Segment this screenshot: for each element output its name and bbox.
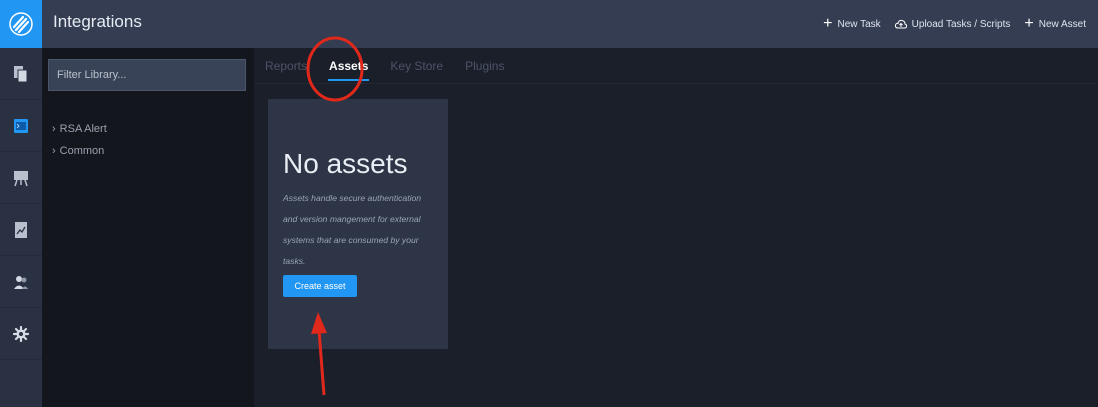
filter-library-input[interactable] — [48, 59, 246, 91]
logo-icon — [9, 12, 33, 36]
header-actions: + New Task Upload Tasks / Scripts + New … — [823, 0, 1086, 48]
library-item-label: RSA Alert — [59, 123, 107, 135]
library-sidebar: › RSA Alert › Common — [42, 48, 254, 407]
rail-item-documents[interactable] — [0, 48, 42, 100]
upload-tasks-label: Upload Tasks / Scripts — [911, 18, 1011, 30]
rail-item-reports[interactable] — [0, 204, 42, 256]
new-asset-label: New Asset — [1038, 18, 1086, 30]
library-tree: › RSA Alert › Common — [52, 118, 107, 162]
new-asset-button[interactable]: + New Asset — [1024, 16, 1086, 32]
rail-item-settings[interactable] — [0, 308, 42, 360]
report-icon — [15, 221, 27, 238]
rail-item-users[interactable] — [0, 256, 42, 308]
terminal-icon — [14, 118, 28, 133]
app-root: Integrations + New Task Upload Tasks / S… — [0, 0, 1098, 407]
easel-icon — [14, 170, 28, 186]
new-task-label: New Task — [837, 18, 881, 30]
icon-rail — [0, 0, 42, 407]
empty-state-description: Assets handle secure authentication and … — [283, 193, 422, 266]
library-item-common[interactable]: › Common — [52, 140, 107, 162]
cloud-upload-icon — [894, 19, 907, 29]
create-asset-button[interactable]: Create asset — [283, 275, 357, 297]
tab-plugins[interactable]: Plugins — [465, 48, 504, 84]
upload-tasks-button[interactable]: Upload Tasks / Scripts — [894, 18, 1011, 30]
library-item-label: Common — [59, 145, 105, 157]
library-item-rsa-alert[interactable]: › RSA Alert — [52, 118, 107, 140]
new-task-button[interactable]: + New Task — [823, 16, 881, 32]
top-bar: Integrations + New Task Upload Tasks / S… — [42, 0, 1098, 48]
chevron-right-icon: › — [52, 123, 56, 135]
gear-icon — [13, 325, 29, 342]
plus-icon: + — [1024, 15, 1034, 32]
empty-state-title: No assets — [283, 148, 408, 179]
logo[interactable] — [0, 0, 42, 48]
rail-item-board[interactable] — [0, 152, 42, 204]
chevron-right-icon: › — [52, 145, 56, 157]
empty-state-card: No assets Assets handle secure authentic… — [268, 99, 448, 349]
tab-key-store[interactable]: Key Store — [390, 48, 443, 84]
tab-reports[interactable]: Reports — [265, 48, 307, 84]
documents-icon — [14, 65, 28, 82]
rail-item-integrations[interactable] — [0, 100, 42, 152]
page-title: Integrations — [53, 12, 142, 31]
tab-assets[interactable]: Assets — [328, 48, 370, 84]
plus-icon: + — [823, 15, 833, 32]
tab-bar: Reports Assets Key Store Plugins — [254, 48, 1098, 84]
main-content: Reports Assets Key Store Plugins No asse… — [254, 48, 1098, 407]
users-icon — [14, 275, 28, 289]
